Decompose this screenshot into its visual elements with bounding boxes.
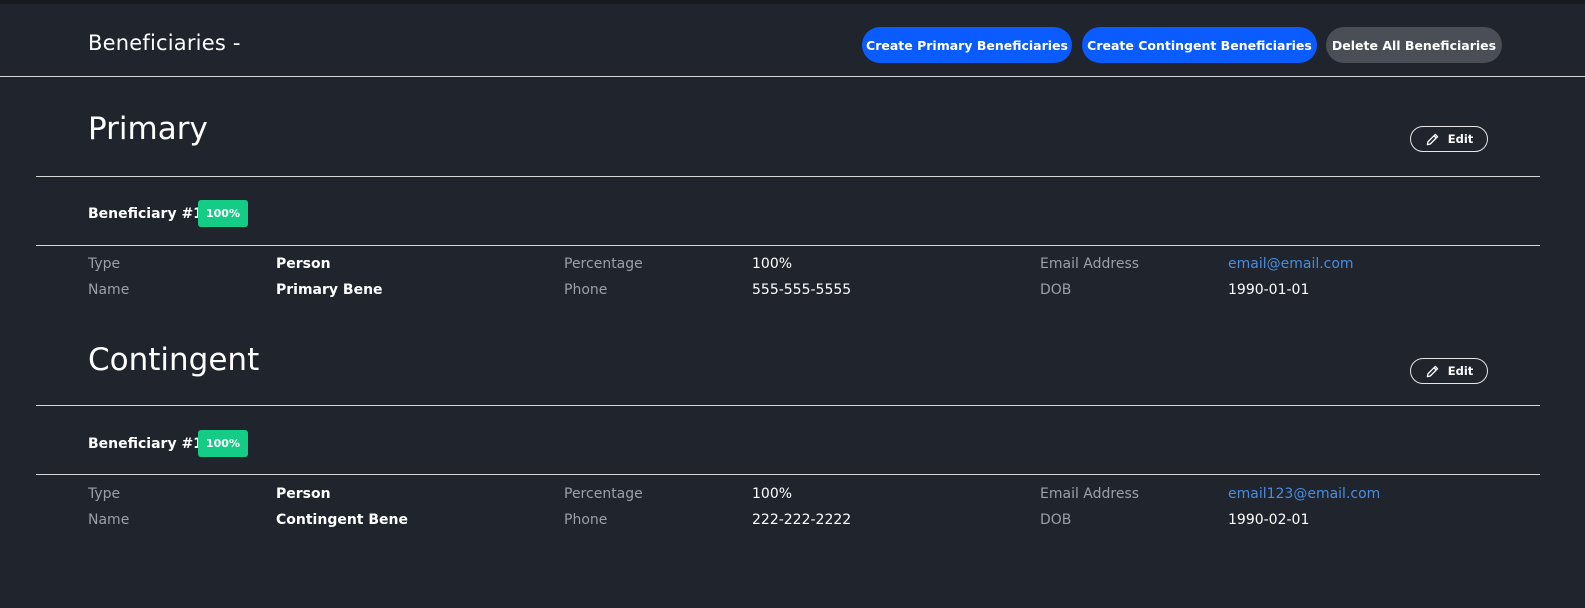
percentage-label: Percentage [564, 486, 643, 502]
email-label: Email Address [1040, 256, 1140, 272]
email-label: Email Address [1040, 486, 1140, 502]
dob-value: 1990-01-01 [1228, 282, 1310, 298]
phone-label: Phone [564, 512, 608, 528]
type-value: Person [276, 256, 331, 272]
type-label: Type [88, 486, 121, 502]
divider [36, 405, 1540, 406]
edit-label: Edit [1447, 364, 1474, 378]
divider [36, 245, 1540, 246]
edit-primary-button[interactable]: Edit [1410, 126, 1488, 152]
dob-value: 1990-02-01 [1228, 512, 1310, 528]
create-primary-beneficiaries-button[interactable]: Create Primary Beneficiaries [862, 27, 1072, 63]
edit-label: Edit [1447, 132, 1474, 146]
pencil-icon [1426, 365, 1438, 377]
name-value: Contingent Bene [276, 512, 408, 528]
email-link[interactable]: email123@email.com [1228, 486, 1380, 502]
type-value: Person [276, 486, 331, 502]
type-label: Type [88, 256, 121, 272]
dob-label: DOB [1040, 282, 1072, 298]
percentage-badge: 100% [198, 200, 248, 227]
percentage-value: 100% [752, 256, 793, 272]
create-contingent-beneficiaries-button[interactable]: Create Contingent Beneficiaries [1082, 27, 1317, 63]
delete-all-beneficiaries-button[interactable]: Delete All Beneficiaries [1326, 27, 1502, 63]
phone-value: 555-555-5555 [752, 282, 852, 298]
divider [36, 176, 1540, 177]
page-title: Beneficiaries - [88, 31, 241, 55]
page-header: Beneficiaries - Create Primary Beneficia… [0, 0, 1585, 77]
beneficiary-label: Beneficiary #1 [88, 436, 203, 452]
percentage-value: 100% [752, 486, 793, 502]
percentage-badge: 100% [198, 430, 248, 457]
beneficiary-label: Beneficiary #1 [88, 206, 203, 222]
dob-label: DOB [1040, 512, 1072, 528]
name-value: Primary Bene [276, 282, 383, 298]
phone-label: Phone [564, 282, 608, 298]
percentage-label: Percentage [564, 256, 643, 272]
email-link[interactable]: email@email.com [1228, 256, 1354, 272]
section-title-contingent: Contingent [88, 342, 260, 378]
divider [36, 474, 1540, 475]
name-label: Name [88, 282, 130, 298]
phone-value: 222-222-2222 [752, 512, 852, 528]
name-label: Name [88, 512, 130, 528]
edit-contingent-button[interactable]: Edit [1410, 358, 1488, 384]
pencil-icon [1426, 133, 1438, 145]
section-title-primary: Primary [88, 111, 208, 147]
